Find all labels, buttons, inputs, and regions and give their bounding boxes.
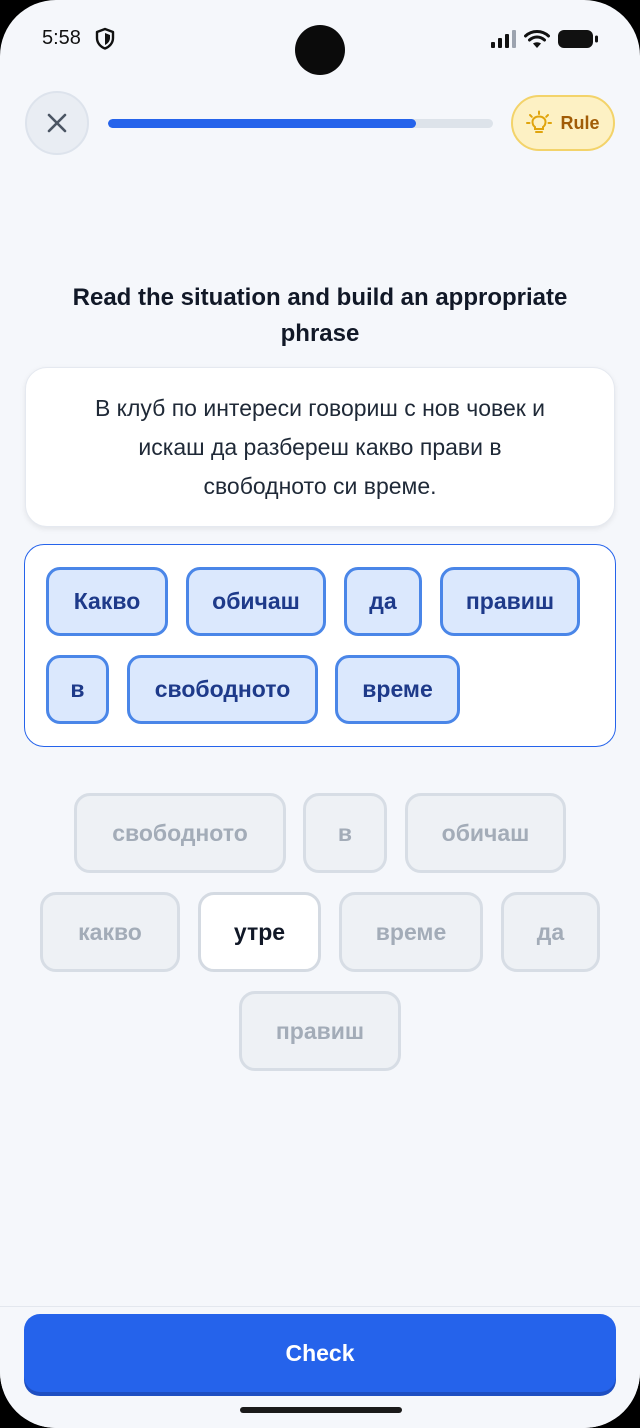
answer-chip[interactable]: свободното bbox=[127, 655, 318, 724]
home-indicator bbox=[240, 1407, 402, 1413]
battery-icon bbox=[558, 30, 598, 48]
check-label: Check bbox=[285, 1339, 355, 1366]
situation-text: В клуб по интереси говориш с нов човек и… bbox=[94, 394, 546, 499]
signal-icon bbox=[491, 30, 516, 48]
progress-fill bbox=[108, 119, 416, 128]
check-button[interactable]: Check bbox=[24, 1314, 616, 1392]
word-bank-chip: да bbox=[501, 892, 600, 972]
word-bank-chip: време bbox=[339, 892, 483, 972]
close-icon bbox=[47, 113, 67, 133]
word-bank-chip-available[interactable]: утре bbox=[198, 892, 321, 972]
wifi-icon bbox=[524, 30, 550, 48]
answer-chip[interactable]: обичаш bbox=[186, 567, 326, 636]
word-bank-chip: правиш bbox=[239, 991, 401, 1071]
answer-chip[interactable]: време bbox=[335, 655, 460, 724]
answer-chip[interactable]: да bbox=[344, 567, 422, 636]
word-bank-chip: обичаш bbox=[405, 793, 566, 873]
status-bar: 5:58 bbox=[0, 0, 640, 80]
progress-bar bbox=[108, 119, 493, 128]
exercise-prompt: Read the situation and build an appropri… bbox=[72, 284, 568, 347]
word-bank-chip: свободното bbox=[74, 793, 286, 873]
answer-chip[interactable]: правиш bbox=[440, 567, 580, 636]
phone-screen: 5:58 Rule Read the situation and build a… bbox=[0, 0, 640, 1428]
lightbulb-icon bbox=[526, 110, 553, 133]
rule-button[interactable]: Rule bbox=[511, 95, 615, 151]
answer-chip[interactable]: в bbox=[46, 655, 109, 724]
word-bank-chip: в bbox=[303, 793, 387, 873]
situation-card: В клуб по интереси говориш с нов човек и… bbox=[25, 367, 615, 527]
close-button[interactable] bbox=[25, 91, 89, 155]
camera-cutout bbox=[295, 25, 345, 75]
status-time: 5:58 bbox=[42, 27, 81, 49]
answer-chip[interactable]: Какво bbox=[46, 567, 168, 636]
shield-icon bbox=[95, 27, 115, 50]
word-bank-chip: какво bbox=[40, 892, 180, 972]
rule-label: Rule bbox=[560, 112, 600, 133]
